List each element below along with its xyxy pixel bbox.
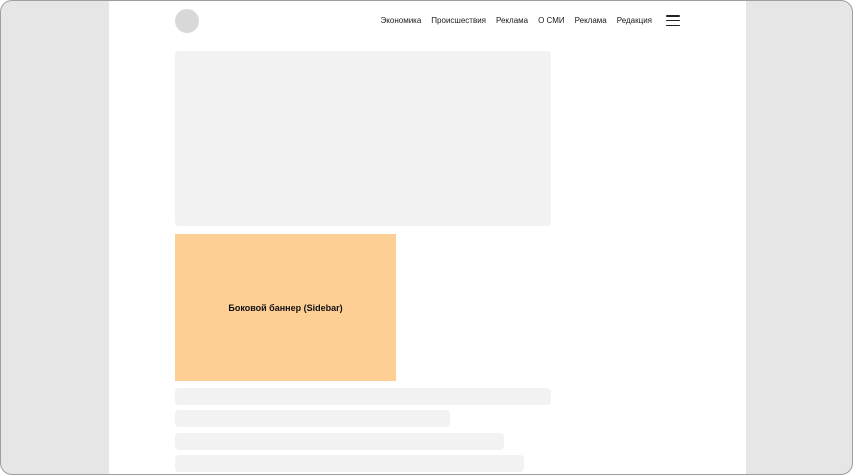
text-line-placeholder xyxy=(175,433,504,450)
sidebar-banner[interactable]: Боковой баннер (Sidebar) xyxy=(175,234,396,381)
nav-item-economy[interactable]: Экономика xyxy=(381,15,422,26)
browser-frame: Экономика Происшествия Реклама О СМИ Рек… xyxy=(0,0,853,475)
nav-item-about-media[interactable]: О СМИ xyxy=(538,15,565,26)
text-line-placeholder xyxy=(175,388,551,405)
text-line-placeholder xyxy=(175,455,524,472)
sidebar-banner-label: Боковой баннер (Sidebar) xyxy=(228,302,343,313)
hamburger-menu-icon[interactable] xyxy=(666,15,680,26)
site-logo-icon[interactable] xyxy=(175,9,199,33)
top-navigation: Экономика Происшествия Реклама О СМИ Рек… xyxy=(381,15,652,26)
page-content: Экономика Происшествия Реклама О СМИ Рек… xyxy=(109,1,746,474)
nav-item-incidents[interactable]: Происшествия xyxy=(431,15,486,26)
hero-image-placeholder xyxy=(175,51,551,226)
nav-item-advertising-2[interactable]: Реклама xyxy=(575,15,607,26)
nav-item-editorial[interactable]: Редакция xyxy=(617,15,652,26)
text-line-placeholder xyxy=(175,410,450,427)
nav-item-advertising[interactable]: Реклама xyxy=(496,15,528,26)
